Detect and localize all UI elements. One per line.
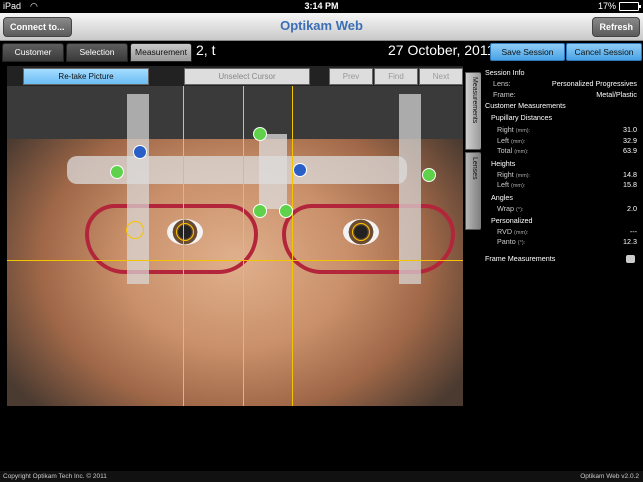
horizontal-guide-line[interactable] (7, 260, 463, 261)
frame-measurements-label: Frame Measurements (485, 254, 556, 263)
marker-green-right[interactable] (110, 165, 124, 179)
lens-value: Personalized Progressives (551, 79, 637, 88)
left-pupil-cursor[interactable] (352, 223, 370, 241)
pd-right-label: Right (497, 125, 514, 134)
tab-lenses-vertical[interactable]: Lenses (465, 152, 482, 230)
frame-label: Frame: (493, 90, 516, 99)
clip-arm-left (399, 94, 421, 284)
tab-selection[interactable]: Selection (66, 43, 128, 62)
marker-green-bridge-b[interactable] (279, 204, 293, 218)
height-left-value: 15.8 (623, 180, 637, 189)
version-text: Optikam Web v2.0.2 (580, 473, 639, 480)
rvd-unit: (mm): (514, 230, 529, 236)
tab-strip: Customer Selection Measurement 2, t 27 O… (0, 41, 643, 62)
tab-measurements-vertical[interactable]: Measurements (465, 72, 482, 150)
lens-label: Lens: (493, 79, 511, 88)
frame-edge-cursor[interactable] (126, 221, 144, 239)
refresh-button[interactable]: Refresh (592, 17, 640, 37)
measurements-panel: Session Info Lens: Personalized Progressi… (481, 66, 641, 468)
heights-heading: Heights (491, 159, 516, 168)
battery-status: 17% (597, 0, 641, 13)
viewer-toolbar: Re-take Picture Unselect Cursor Prev Fin… (7, 66, 463, 86)
rvd-value: --- (629, 227, 637, 236)
panto-value: 12.3 (623, 237, 637, 246)
hair-region (7, 84, 463, 139)
pd-right-value: 31.0 (623, 125, 637, 134)
personalized-heading: Personalized (491, 216, 533, 225)
frame-value: Metal/Plastic (596, 90, 637, 99)
height-left-unit: (mm): (511, 183, 526, 189)
status-bar: iPad ◠ 3:14 PM 17% (0, 0, 643, 13)
height-right-unit: (mm): (515, 173, 531, 179)
cancel-session-button[interactable]: Cancel Session (566, 43, 642, 61)
footer: Copyright Optikam Tech Inc. © 2011 Optik… (0, 471, 643, 482)
pd-total-unit: (mm): (514, 149, 529, 155)
customer-measurements-heading: Customer Measurements (485, 101, 566, 110)
marker-green-top[interactable] (253, 127, 267, 141)
clip-center-post (259, 134, 287, 209)
panto-label: Panto (497, 237, 516, 246)
frame-measurements-toggle[interactable] (626, 255, 635, 263)
right-pupil-cursor[interactable] (176, 223, 194, 241)
pd-total-label: Total (497, 146, 513, 155)
pd-right-unit: (mm): (515, 128, 531, 134)
marker-blue-left[interactable] (293, 163, 307, 177)
pd-total-value: 63.9 (623, 146, 637, 155)
clip-arm-right (127, 94, 149, 284)
face-photo[interactable] (7, 84, 463, 406)
session-info-heading: Session Info (485, 68, 525, 77)
tab-measurements-label: Measurements (471, 77, 478, 124)
tab-measurement[interactable]: Measurement (130, 43, 192, 62)
app-title: Optikam Web (280, 18, 363, 33)
find-button[interactable]: Find (374, 68, 418, 85)
height-right-value: 14.8 (623, 170, 637, 179)
pd-left-label: Left (497, 136, 509, 145)
status-time: 3:14 PM (304, 1, 339, 11)
tab-customer[interactable]: Customer (2, 43, 64, 62)
wrap-label: Wrap (497, 204, 515, 213)
prev-button[interactable]: Prev (329, 68, 373, 85)
marker-green-left[interactable] (422, 168, 436, 182)
wrap-unit: (°): (516, 207, 524, 213)
unselect-cursor-button[interactable]: Unselect Cursor (184, 68, 310, 85)
marker-blue-right[interactable] (133, 145, 147, 159)
save-session-button[interactable]: Save Session (490, 43, 565, 61)
tab-lenses-label: Lenses (471, 157, 478, 180)
marker-green-bridge-a[interactable] (253, 204, 267, 218)
battery-percent: 17% (597, 1, 616, 11)
patient-id: 2, t (196, 42, 216, 58)
panto-unit: (°): (517, 240, 526, 246)
next-button[interactable]: Next (419, 68, 463, 85)
left-pupil-guide-line[interactable] (292, 84, 293, 406)
angles-heading: Angles (491, 193, 513, 202)
right-pupil-guide-line[interactable] (183, 84, 184, 406)
wrap-value: 2.0 (627, 204, 637, 213)
center-guide-line[interactable] (243, 84, 244, 406)
height-left-label: Left (497, 180, 509, 189)
title-bar: Connect to... Optikam Web Refresh (0, 13, 643, 41)
image-viewer: Re-take Picture Unselect Cursor Prev Fin… (7, 66, 463, 406)
battery-icon (619, 2, 641, 11)
rvd-label: RVD (497, 227, 513, 236)
retake-picture-button[interactable]: Re-take Picture (23, 68, 149, 85)
height-right-label: Right (497, 170, 514, 179)
copyright-text: Copyright Optikam Tech Inc. © 2011 (3, 473, 107, 480)
pd-heading: Pupillary Distances (491, 113, 553, 122)
pd-left-unit: (mm): (511, 139, 526, 145)
session-date: 27 October, 2011 (388, 42, 495, 58)
pd-left-value: 32.9 (623, 136, 637, 145)
